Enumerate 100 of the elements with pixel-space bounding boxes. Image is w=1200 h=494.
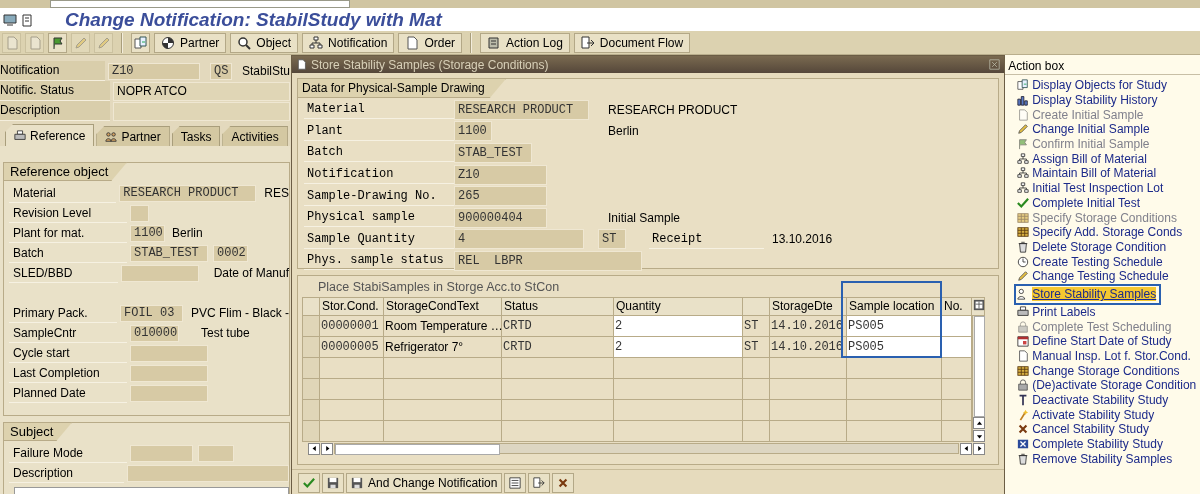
input-field[interactable]: PS005 [847, 316, 942, 337]
cross-box-icon [1017, 438, 1030, 451]
scroll-right-button[interactable] [973, 442, 985, 455]
column-header[interactable]: Stor.Cond. [320, 297, 384, 316]
column-header[interactable]: Sample location [847, 297, 942, 316]
display-field [130, 444, 193, 462]
action-link[interactable]: Assign Bill of Material [1017, 151, 1149, 167]
row-selector[interactable] [302, 379, 320, 400]
table-settings-button[interactable] [972, 297, 985, 316]
action-link[interactable]: Complete Initial Test [1017, 195, 1142, 211]
action-link[interactable]: Display Stability History [1017, 92, 1160, 108]
column-header[interactable]: StorageCondText [384, 297, 502, 316]
grid-icon [1017, 226, 1030, 239]
pencil-icon [73, 35, 88, 50]
field-text: Berlin [608, 124, 639, 139]
scroll-left-button[interactable] [960, 442, 972, 455]
action-link[interactable]: Activate Stability Study [1017, 407, 1157, 423]
toolbar-button[interactable]: Notification [302, 32, 395, 53]
vertical-scrollbar[interactable] [972, 316, 985, 442]
input-field[interactable] [942, 316, 972, 337]
table-cell [320, 358, 384, 379]
field-label: Receipt [649, 229, 764, 249]
column-header[interactable] [743, 297, 770, 316]
field-label: Plant for mat. [9, 223, 127, 243]
input-field[interactable]: 2 [614, 337, 743, 358]
field-text: Test tube [201, 326, 250, 340]
window-title: Change Notification: StabilStudy with Mat [65, 8, 442, 31]
pencil-icon [1017, 270, 1030, 283]
action-link[interactable]: Cancel Stability Study [1017, 422, 1151, 437]
display-field: 1100 [454, 121, 492, 142]
confirm-button[interactable] [298, 472, 320, 493]
scroll-icon [487, 35, 502, 50]
command-field[interactable] [50, 0, 350, 8]
display-field: Z10 [107, 62, 200, 80]
action-link[interactable]: Change Storage Conditions [1017, 363, 1182, 379]
toolbar-button[interactable]: Partner [154, 32, 227, 53]
tab[interactable]: Tasks [171, 126, 221, 146]
grid-icon [1017, 211, 1030, 224]
field-label: Cycle start [9, 343, 127, 363]
action-link[interactable]: Display Objects for Study [1017, 78, 1169, 93]
action-link[interactable]: (De)activate Storage Condition [1017, 378, 1199, 393]
action-link[interactable]: Maintain Bill of Material [1017, 166, 1159, 181]
input-field[interactable]: 2 [614, 316, 743, 337]
toolbar-button[interactable]: Action Log [480, 32, 570, 53]
display-field: RESEARCH PRODUCT [454, 99, 589, 120]
column-header[interactable]: StorageDte [770, 297, 847, 316]
scroll-right-button[interactable] [321, 442, 333, 455]
scroll-thumb[interactable] [973, 316, 985, 417]
close-button[interactable] [989, 59, 1000, 70]
action-link[interactable]: Delete Storage Condition [1017, 239, 1169, 255]
display-field: REL LBPR [454, 250, 642, 271]
tab[interactable]: Reference [5, 124, 95, 146]
save-icon [351, 476, 363, 489]
column-header[interactable]: Status [502, 297, 614, 316]
action-link[interactable]: Manual Insp. Lot f. Stor.Cond. [1017, 348, 1193, 364]
document-button[interactable] [528, 472, 551, 493]
display-field: QS [209, 62, 232, 80]
display-field: 0002 [213, 244, 248, 262]
action-link[interactable]: Print Labels [1017, 304, 1098, 320]
toolbar-button[interactable]: Document Flow [573, 32, 691, 53]
cancel-button[interactable] [552, 472, 575, 493]
field-label: Notification [0, 61, 105, 81]
toolbar-button[interactable]: Order [398, 32, 463, 53]
tab[interactable]: Partner [96, 126, 170, 146]
action-link[interactable]: Define Start Date of Study [1017, 334, 1174, 349]
display-field: 4 [454, 229, 584, 250]
scroll-left-button[interactable] [308, 442, 320, 455]
toolbar-button[interactable]: Object [230, 32, 299, 53]
action-link[interactable]: Initial Test Inspection Lot [1017, 180, 1166, 196]
action-link[interactable]: Create Testing Schedule [1017, 254, 1165, 269]
column-header[interactable]: No. [942, 297, 972, 316]
display-field: RESEARCH PRODUCT [119, 184, 257, 202]
display-field: STAB_TEST [130, 244, 208, 262]
pencil-icon [1017, 123, 1030, 136]
column-header[interactable]: Quantity [614, 297, 743, 316]
list-button[interactable] [504, 472, 527, 493]
cross-icon [1017, 423, 1030, 436]
action-link[interactable]: Deactivate Stability Study [1017, 392, 1171, 408]
action-link[interactable]: Complete Stability Study [1017, 436, 1165, 452]
toolbar-button[interactable] [131, 32, 150, 53]
row-selector[interactable] [302, 316, 320, 337]
input-field[interactable] [942, 337, 972, 358]
row-selector[interactable] [302, 400, 320, 421]
table-cell: 00000005 [320, 337, 384, 358]
action-link[interactable]: Remove Stability Samples [1017, 451, 1175, 467]
lock-icon [1017, 379, 1030, 392]
save-button[interactable] [322, 472, 344, 493]
toolbar-button[interactable] [48, 32, 67, 53]
action-link[interactable]: Change Initial Sample [1017, 122, 1152, 137]
save-change-button[interactable]: And Change Notification [346, 472, 503, 493]
save-icon [327, 476, 339, 489]
row-selector[interactable] [302, 337, 320, 358]
action-link[interactable]: Change Testing Schedule [1017, 268, 1171, 284]
row-selector[interactable] [302, 358, 320, 379]
horizontal-scrollbar[interactable] [334, 443, 959, 454]
checkmark-icon [303, 476, 315, 489]
tab[interactable]: Activities [222, 126, 288, 146]
action-link[interactable]: Specify Add. Storage Conds [1017, 224, 1185, 240]
table-cell: 00000001 [320, 316, 384, 337]
flag-icon [1017, 138, 1030, 151]
